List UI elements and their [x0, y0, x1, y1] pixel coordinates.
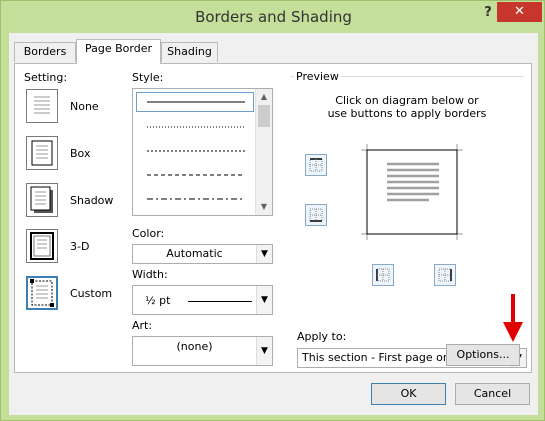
setting-shadow-label[interactable]: Shadow — [70, 194, 113, 207]
color-value: Automatic — [166, 247, 223, 260]
width-dropdown[interactable]: ½ pt ▼ — [132, 285, 273, 315]
setting-box-label[interactable]: Box — [70, 147, 90, 160]
left-border-button[interactable] — [372, 264, 394, 286]
tab-borders-label: Borders — [23, 45, 67, 58]
art-dropdown[interactable]: (none) ▼ — [132, 336, 273, 366]
style-line-samples[interactable] — [133, 89, 258, 215]
preview-instruction-line1: Click on diagram below or — [335, 94, 479, 107]
setting-custom-icon[interactable] — [26, 276, 58, 310]
bottom-border-button[interactable] — [305, 204, 327, 226]
page-border-panel: Setting: None Box Shadow 3-D Custom Styl… — [14, 63, 532, 373]
title-bar[interactable]: Borders and Shading ? ✕ — [1, 1, 545, 33]
setting-none-label[interactable]: None — [70, 100, 99, 113]
bottom-border-icon — [309, 208, 323, 222]
dialog-title: Borders and Shading — [195, 8, 352, 26]
apply-to-value: This section - First page only — [302, 351, 460, 364]
tab-shading-label: Shading — [167, 45, 212, 58]
scroll-up-icon[interactable]: ▲ — [256, 89, 272, 105]
style-scrollbar[interactable]: ▲ ▼ — [255, 89, 272, 215]
help-button[interactable]: ? — [479, 5, 497, 23]
cancel-button[interactable]: Cancel — [455, 383, 530, 405]
top-border-icon — [309, 158, 323, 172]
style-label: Style: — [132, 71, 164, 84]
right-border-button[interactable] — [434, 264, 456, 286]
scroll-thumb[interactable] — [258, 105, 270, 127]
options-button[interactable]: Options... — [446, 344, 520, 366]
chevron-down-icon[interactable]: ▼ — [256, 337, 272, 365]
top-border-button[interactable] — [305, 154, 327, 176]
ok-button[interactable]: OK — [371, 383, 446, 405]
chevron-down-icon[interactable]: ▼ — [256, 286, 272, 314]
tab-borders[interactable]: Borders — [14, 42, 76, 62]
width-label: Width: — [132, 268, 168, 281]
preview-label: Preview — [294, 70, 341, 83]
tab-page-border[interactable]: Page Border — [76, 39, 161, 64]
close-button[interactable]: ✕ — [497, 2, 542, 22]
scroll-down-icon[interactable]: ▼ — [256, 199, 272, 215]
close-icon: ✕ — [514, 4, 525, 19]
dialog-window: Borders and Shading ? ✕ Borders Page Bor… — [0, 0, 545, 421]
tab-shading[interactable]: Shading — [161, 42, 218, 62]
right-border-icon — [438, 268, 452, 282]
setting-box-icon[interactable] — [26, 136, 58, 170]
chevron-down-icon[interactable]: ▼ — [256, 245, 272, 263]
art-value: (none) — [176, 340, 213, 353]
dialog-client: Borders Page Border Shading Setting: Non… — [9, 33, 538, 415]
setting-custom-label[interactable]: Custom — [70, 287, 112, 300]
apply-to-label: Apply to: — [297, 330, 347, 343]
width-value: ½ pt — [145, 294, 171, 307]
setting-label: Setting: — [24, 71, 68, 84]
preview-instruction-line2: use buttons to apply borders — [327, 107, 487, 120]
width-line-sample — [188, 301, 252, 302]
setting-3d-icon[interactable] — [26, 229, 58, 263]
red-arrow-annotation — [503, 294, 523, 342]
art-label: Art: — [132, 319, 153, 332]
page-preview-diagram[interactable] — [355, 144, 475, 244]
tab-page-border-label: Page Border — [84, 42, 152, 55]
setting-3d-label[interactable]: 3-D — [70, 240, 89, 253]
color-label: Color: — [132, 227, 165, 240]
style-listbox[interactable]: ▲ ▼ — [132, 88, 273, 216]
setting-shadow-icon[interactable] — [26, 183, 58, 217]
color-dropdown[interactable]: Automatic ▼ — [132, 244, 273, 264]
left-border-icon — [376, 268, 390, 282]
setting-none-icon[interactable] — [26, 89, 58, 123]
